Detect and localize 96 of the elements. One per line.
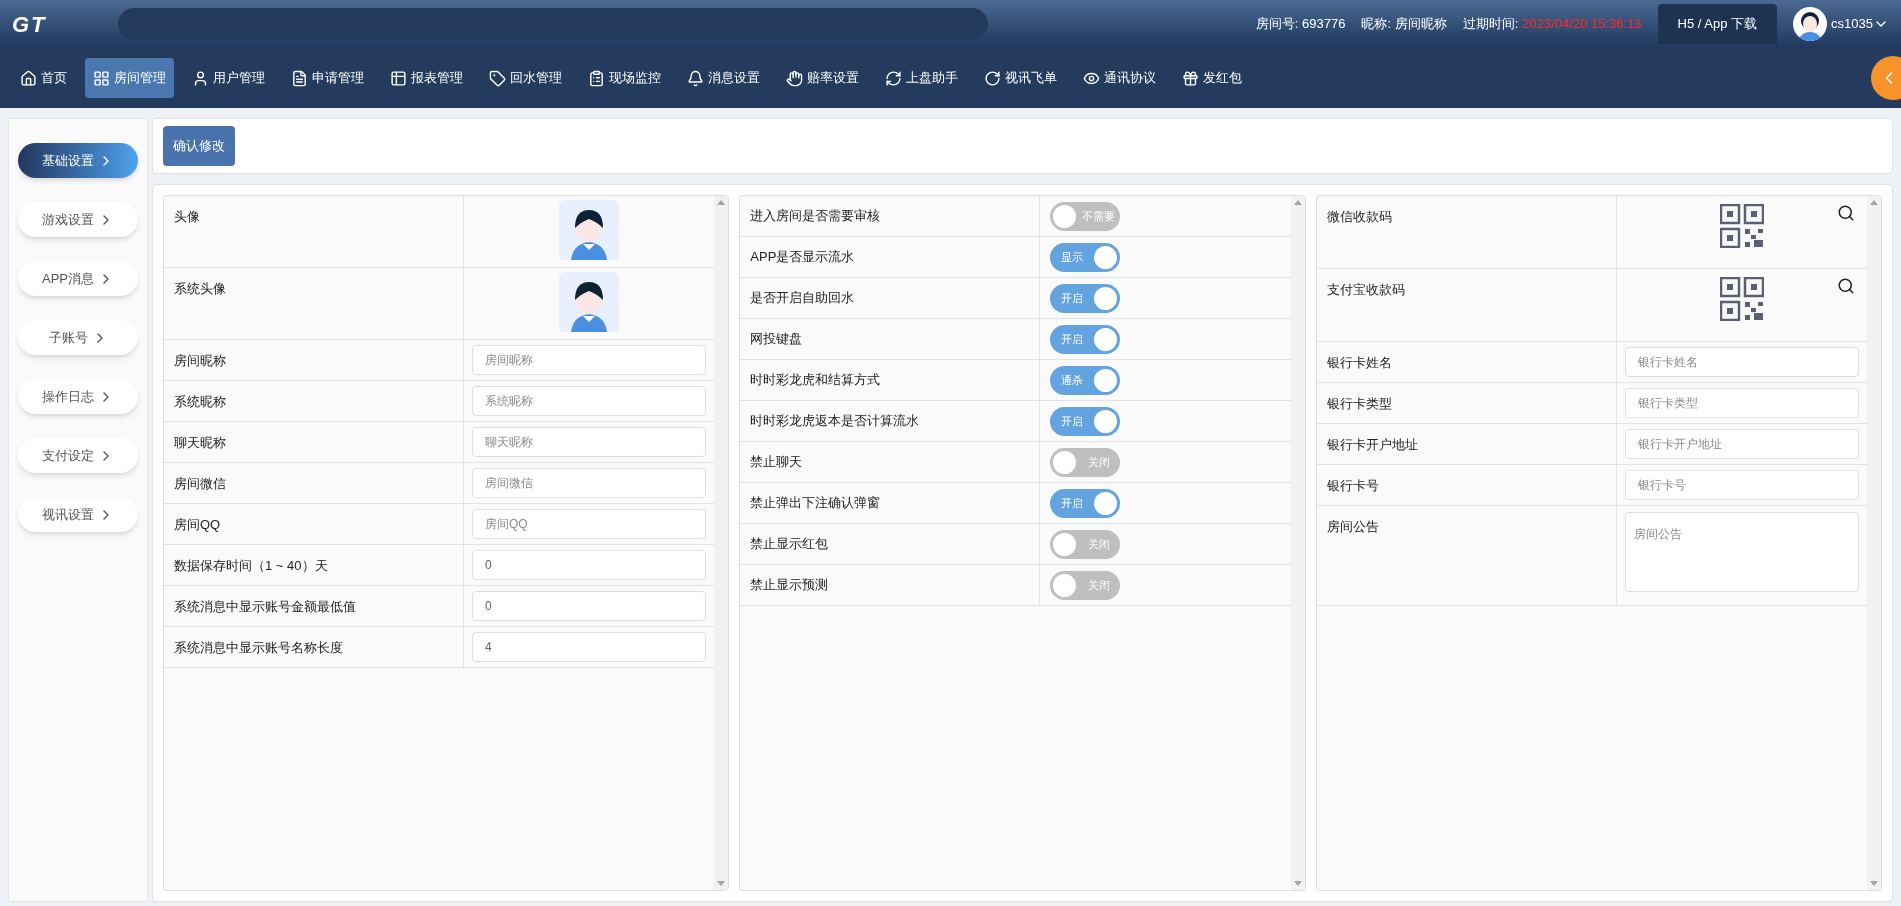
scroll-up-icon[interactable] (717, 200, 726, 205)
bell-icon (687, 69, 704, 87)
hand-icon (786, 69, 803, 87)
home-icon (20, 69, 37, 87)
field-label: 微信收款码 (1326, 208, 1392, 226)
search-icon[interactable] (1837, 277, 1855, 295)
qr-code-icon (1719, 277, 1764, 321)
field-label: 数据保存时间（1 ~ 40）天 (174, 557, 328, 575)
field-label: 时时彩龙虎返本是否计算流水 (750, 412, 920, 431)
nav-tab[interactable]: 现场监控 (580, 58, 669, 98)
avatar-icon (559, 272, 620, 332)
scroll-up-icon[interactable] (1870, 200, 1878, 205)
sidebar-item[interactable]: 子账号 (18, 320, 138, 355)
text-field[interactable]: 4 (472, 632, 707, 662)
field-label: 系统消息中显示账号金额最低值 (174, 598, 356, 616)
nav-tab[interactable]: 用户管理 (184, 58, 273, 98)
scroll-down-icon[interactable] (717, 881, 726, 886)
sidebar-item[interactable]: 支付设定 (18, 438, 138, 473)
field-label: APP是否显示流水 (750, 248, 855, 267)
field-label: 进入房间是否需要审核 (750, 207, 881, 226)
user-avatar[interactable] (1793, 7, 1828, 41)
scrollbar[interactable] (1867, 196, 1881, 890)
text-field[interactable]: 系统昵称 (472, 386, 707, 416)
nav-tab[interactable]: 回水管理 (481, 58, 570, 98)
text-field[interactable]: 银行卡开户地址 (1624, 429, 1859, 459)
nav-tab[interactable]: 报表管理 (382, 58, 471, 98)
form-icon (291, 69, 308, 87)
username[interactable]: cs1035 (1831, 14, 1873, 34)
sidebar-item[interactable]: 基础设置 (18, 143, 138, 178)
tag-icon (489, 69, 506, 87)
nav-tab[interactable]: 房间管理 (85, 58, 174, 98)
nav-tab[interactable]: 上盘助手 (877, 58, 966, 98)
text-field[interactable]: 0 (472, 550, 707, 580)
nav-tab[interactable]: 发红包 (1174, 58, 1250, 98)
refresh-icon (885, 69, 902, 87)
field-label: 是否开启自助回水 (750, 289, 855, 308)
text-field[interactable]: 0 (472, 591, 707, 621)
search-icon[interactable] (1837, 204, 1855, 222)
qr-code-icon (1719, 204, 1764, 248)
nav-tab[interactable]: 视讯飞单 (976, 58, 1065, 98)
confirm-button[interactable]: 确认修改 (163, 126, 235, 166)
field-label: 系统头像 (174, 280, 226, 298)
field-label: 房间公告 (1326, 518, 1379, 536)
field-label: 聊天昵称 (174, 434, 226, 452)
rotate-icon (984, 69, 1001, 87)
field-label: 头像 (174, 208, 200, 226)
field-label: 系统消息中显示账号名称长度 (174, 639, 343, 657)
text-field[interactable]: 银行卡类型 (1624, 388, 1859, 418)
logo: GT (12, 10, 48, 39)
sidebar-item[interactable]: 视讯设置 (18, 497, 138, 532)
field-label: 房间微信 (174, 475, 226, 493)
text-field[interactable]: 房间QQ (472, 509, 707, 539)
field-label: 房间昵称 (174, 352, 226, 370)
field-label: 支付宝收款码 (1326, 281, 1405, 299)
nav-tab[interactable]: 申请管理 (283, 58, 372, 98)
field-label: 禁止弹出下注确认弹窗 (750, 494, 881, 513)
field-label: 银行卡开户地址 (1326, 436, 1418, 454)
grid-icon (93, 69, 110, 87)
field-label: 禁止显示预测 (750, 576, 829, 595)
text-area[interactable]: 房间公告 (1624, 512, 1859, 592)
field-label: 银行卡号 (1326, 477, 1379, 495)
sidebar-item[interactable]: 游戏设置 (18, 202, 138, 237)
text-field[interactable]: 房间昵称 (472, 345, 707, 375)
field-label: 系统昵称 (174, 393, 226, 411)
sidebar-item[interactable]: 操作日志 (18, 379, 138, 414)
expiry-label: 过期时间: (1462, 15, 1519, 34)
nickname: 昵称: 房间昵称 (1361, 15, 1447, 34)
expiry-time: 2023/04/20 15:36:13 (1522, 15, 1642, 34)
field-label: 时时彩龙虎和结算方式 (750, 371, 881, 390)
text-field[interactable]: 银行卡姓名 (1624, 347, 1859, 377)
scrollbar[interactable] (714, 196, 729, 890)
nav-tab[interactable]: 通讯协议 (1075, 58, 1164, 98)
field-label: 银行卡姓名 (1326, 354, 1392, 372)
field-label: 禁止聊天 (750, 453, 803, 472)
scroll-down-icon[interactable] (1870, 881, 1878, 886)
user-icon (192, 69, 209, 87)
avatar-icon (559, 200, 620, 260)
gift-icon (1182, 69, 1199, 87)
clipboard-icon (588, 69, 605, 87)
text-field[interactable]: 银行卡号 (1624, 470, 1859, 500)
nav-tab[interactable]: 赔率设置 (778, 58, 867, 98)
field-label: 房间QQ (174, 516, 221, 534)
field-label: 银行卡类型 (1326, 395, 1392, 413)
nav-tab[interactable]: 首页 (12, 58, 75, 98)
scrollbar[interactable] (1290, 196, 1305, 890)
text-field[interactable]: 房间微信 (472, 468, 707, 498)
download-button[interactable]: H5 / App 下载 (1657, 4, 1778, 44)
table-icon (390, 69, 407, 87)
field-label: 网投键盘 (750, 330, 803, 349)
sidebar-item[interactable]: APP消息 (18, 261, 138, 296)
text-field[interactable]: 聊天昵称 (472, 427, 707, 457)
nav-tab[interactable]: 消息设置 (679, 58, 768, 98)
scroll-up-icon[interactable] (1293, 200, 1302, 205)
room-id: 房间号: 693776 (1255, 15, 1346, 34)
scroll-down-icon[interactable] (1293, 881, 1302, 886)
field-label: 禁止显示红包 (750, 535, 829, 554)
